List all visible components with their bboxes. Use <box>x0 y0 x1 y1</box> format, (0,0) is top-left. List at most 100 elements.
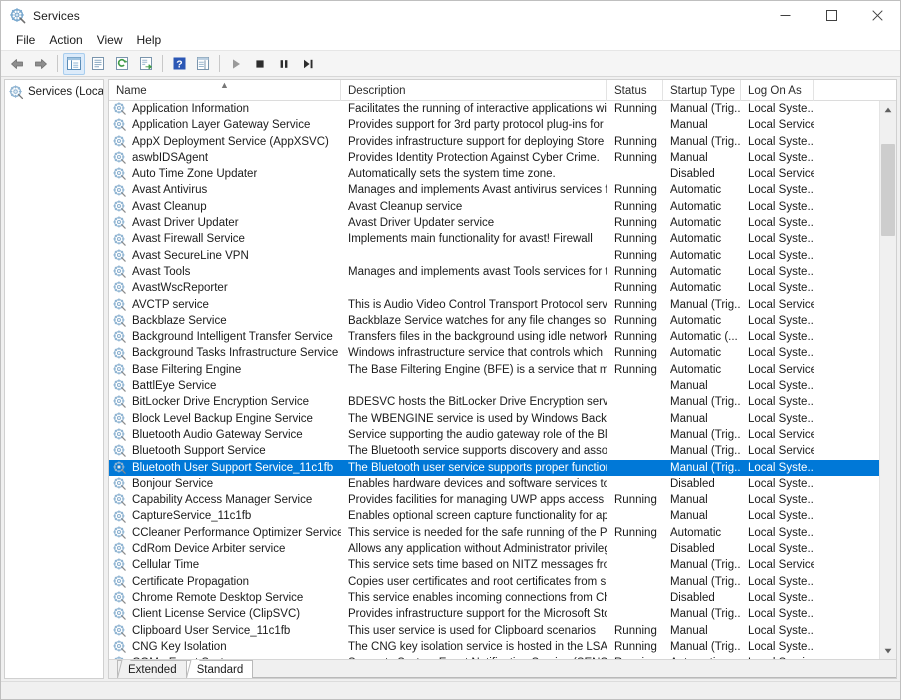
cell-name: Avast Tools <box>109 264 341 280</box>
refresh-button[interactable] <box>111 53 133 75</box>
table-row[interactable]: CdRom Device Arbiter service Allows any a… <box>109 541 879 557</box>
service-name-label: Background Tasks Infrastructure Service <box>132 347 339 360</box>
service-name-label: BattlEye Service <box>132 380 217 393</box>
table-row[interactable]: Certificate Propagation Copies user certi… <box>109 574 879 590</box>
cell-status: Running <box>614 526 657 539</box>
menu-help[interactable]: Help <box>130 31 169 50</box>
cell-logon: Local Service <box>748 428 814 441</box>
scroll-up-icon[interactable] <box>880 101 896 118</box>
cell-logon: Local Syste... <box>748 217 814 230</box>
column-header-log-on-as[interactable]: Log On As <box>741 80 814 101</box>
cell-startup: Manual (Trig... <box>670 559 741 572</box>
forward-button[interactable] <box>30 53 52 75</box>
back-button[interactable] <box>6 53 28 75</box>
table-row[interactable]: Application Information Facilitates the r… <box>109 101 879 117</box>
cell-description: This user service is used for Clipboard … <box>348 624 596 637</box>
column-header-name[interactable]: ▲ Name <box>109 80 341 101</box>
table-row[interactable]: Capability Access Manager Service Provide… <box>109 492 879 508</box>
table-row[interactable]: Background Intelligent Transfer Service T… <box>109 329 879 345</box>
tabstrip-filler <box>252 660 896 678</box>
start-service-button[interactable] <box>225 53 247 75</box>
service-gear-icon <box>113 493 127 507</box>
table-row[interactable]: aswbIDSAgent Provides Identity Protection… <box>109 150 879 166</box>
service-gear-icon <box>113 623 127 638</box>
table-row[interactable]: BattlEye Service Manual Local Syste... <box>109 378 879 394</box>
export-list-button[interactable] <box>135 53 157 75</box>
table-row[interactable]: Auto Time Zone Updater Automatically sets… <box>109 166 879 182</box>
table-row[interactable]: AvastWscReporter Running Automatic Local Sy… <box>109 280 879 296</box>
table-row[interactable]: CCleaner Performance Optimizer Service Th… <box>109 525 879 541</box>
menu-view[interactable]: View <box>90 31 130 50</box>
table-row[interactable]: Bonjour Service Enables hardware devices … <box>109 476 879 492</box>
tab-extended[interactable]: Extended <box>117 660 187 678</box>
stop-service-button[interactable] <box>249 53 271 75</box>
cell-status: Running <box>614 184 657 197</box>
menu-action[interactable]: Action <box>42 31 89 50</box>
tab-standard[interactable]: Standard <box>185 660 254 678</box>
cell-startup: Manual <box>670 510 708 523</box>
table-row[interactable]: Bluetooth Audio Gateway Service Service s… <box>109 427 879 443</box>
table-row[interactable]: Background Tasks Infrastructure Service W… <box>109 345 879 361</box>
table-row[interactable]: Clipboard User Service_11c1fb This user s… <box>109 623 879 639</box>
table-row[interactable]: CNG Key Isolation The CNG key isolation s… <box>109 639 879 655</box>
show-action-pane-button[interactable] <box>192 53 214 75</box>
table-row[interactable]: CaptureService_11c1fb Enables optional sc… <box>109 508 879 524</box>
cell-name: CCleaner Performance Optimizer Service <box>109 525 341 541</box>
cell-startup: Manual (Trig... <box>670 461 741 474</box>
table-row[interactable]: Avast Driver Updater Avast Driver Updater… <box>109 215 879 231</box>
service-gear-icon <box>113 640 127 654</box>
tree-node-services-local[interactable]: Services (Local) <box>5 83 103 101</box>
table-row[interactable]: Application Layer Gateway Service Provide… <box>109 117 879 133</box>
table-row[interactable]: Chrome Remote Desktop Service This servic… <box>109 590 879 606</box>
services-gear-icon <box>10 7 26 24</box>
cell-logon: Local Syste... <box>748 640 814 653</box>
service-name-label: Bluetooth Audio Gateway Service <box>132 428 303 441</box>
table-row[interactable]: AppX Deployment Service (AppXSVC) Provide… <box>109 134 879 150</box>
cell-logon: Local Service <box>748 168 814 181</box>
table-row[interactable]: Block Level Backup Engine Service The WBE… <box>109 411 879 427</box>
table-row[interactable]: Avast Tools Manages and implements avast … <box>109 264 879 280</box>
table-row[interactable]: Bluetooth User Support Service_11c1fb The… <box>109 459 879 476</box>
table-row[interactable]: AVCTP service This is Audio Video Control… <box>109 297 879 313</box>
service-gear-icon <box>113 591 127 605</box>
table-row[interactable]: Cellular Time This service sets time base… <box>109 557 879 573</box>
table-row[interactable]: Backblaze Service Backblaze Service watch… <box>109 313 879 329</box>
cell-description: Implements main functionality for avast!… <box>348 233 593 246</box>
service-gear-icon <box>113 542 127 556</box>
cell-status <box>607 541 663 557</box>
scrollbar-track[interactable] <box>880 118 896 642</box>
show-hide-tree-button[interactable] <box>63 52 85 75</box>
minimize-button[interactable] <box>762 1 808 30</box>
table-row[interactable]: Avast Cleanup Avast Cleanup service Runnin… <box>109 199 879 215</box>
properties-button[interactable] <box>87 53 109 75</box>
table-row[interactable]: BitLocker Drive Encryption Service BDESVC… <box>109 394 879 410</box>
help-button[interactable]: ? <box>168 53 190 75</box>
cell-startup: Automatic <box>670 347 722 360</box>
cell-startup: Disabled <box>670 543 715 556</box>
service-name-label: Clipboard User Service_11c1fb <box>132 624 291 637</box>
column-header-description[interactable]: Description <box>341 80 607 101</box>
cell-startup: Manual <box>670 412 708 425</box>
table-row[interactable]: Avast Antivirus Manages and implements Av… <box>109 182 879 198</box>
vertical-scrollbar[interactable] <box>879 101 896 659</box>
close-button[interactable] <box>854 1 900 30</box>
menu-file[interactable]: File <box>9 31 42 50</box>
table-row[interactable]: Client License Service (ClipSVC) Provides… <box>109 606 879 622</box>
cell-name: BitLocker Drive Encryption Service <box>109 394 341 410</box>
services-gear-icon <box>9 84 24 100</box>
scroll-down-icon[interactable] <box>880 642 896 659</box>
cell-logon: Local Syste... <box>748 412 814 425</box>
table-row[interactable]: Bluetooth Support Service The Bluetooth s… <box>109 443 879 459</box>
maximize-button[interactable] <box>808 1 854 30</box>
restart-service-button[interactable] <box>297 53 319 75</box>
service-name-label: CaptureService_11c1fb <box>132 510 252 523</box>
pause-service-button[interactable] <box>273 53 295 75</box>
table-row[interactable]: Base Filtering Engine The Base Filtering … <box>109 362 879 378</box>
service-name-label: Avast Antivirus <box>132 184 208 197</box>
table-row[interactable]: Avast SecureLine VPN Running Automatic Loca… <box>109 248 879 264</box>
table-row[interactable]: Avast Firewall Service Implements main fu… <box>109 231 879 247</box>
column-header-status[interactable]: Status <box>607 80 663 101</box>
column-header-startup-type[interactable]: Startup Type <box>663 80 741 101</box>
service-gear-icon <box>113 134 127 149</box>
scrollbar-thumb[interactable] <box>881 144 895 236</box>
